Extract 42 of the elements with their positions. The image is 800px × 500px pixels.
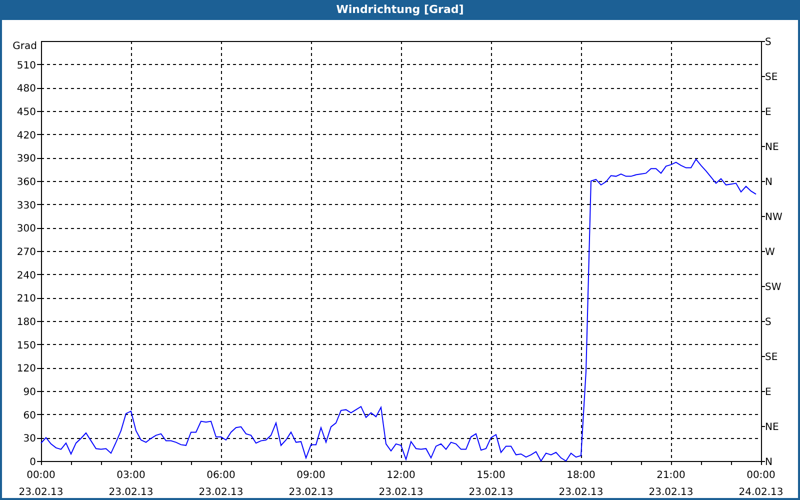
y-axis-label: 90: [23, 387, 36, 398]
y-axis-label: 450: [16, 107, 36, 118]
compass-axis-label: SW: [765, 282, 782, 293]
y-axis-label: 390: [16, 154, 36, 165]
y-axis-label: 120: [16, 364, 36, 375]
compass-axis-label: N: [765, 177, 772, 188]
window-title: Windrichtung [Grad]: [335, 2, 465, 18]
y-axis-label: 480: [16, 84, 36, 95]
y-axis-label: 300: [16, 224, 36, 235]
y-axis-label: 60: [23, 410, 36, 422]
x-axis-label: 00:00 23.02.13: [18, 470, 64, 498]
y-axis-label: 270: [16, 247, 36, 258]
y-axis-label: 510: [16, 60, 36, 72]
y-axis-label: 210: [16, 294, 36, 305]
compass-axis-label: NE: [765, 142, 779, 153]
x-axis-label: 09:00 23.02.13: [288, 470, 334, 498]
x-axis-label: 06:00 23.02.13: [198, 470, 244, 498]
y-axis-label: 30: [23, 434, 36, 445]
axis-unit-label: Grad: [12, 41, 37, 52]
x-axis-label: 15:00 23.02.13: [468, 470, 514, 498]
x-axis-label: 12:00 23.02.13: [378, 470, 424, 498]
y-axis-label: 240: [16, 270, 36, 282]
compass-axis-label: S: [765, 317, 772, 328]
x-axis-label: 18:00 23.02.13: [558, 470, 604, 498]
compass-axis-label: NW: [765, 212, 782, 223]
x-axis-label: 00:00 24.02.13: [738, 470, 784, 498]
compass-axis-label: S: [765, 37, 772, 48]
compass-axis-label: SE: [765, 72, 778, 83]
x-axis-label: 21:00 23.02.13: [648, 470, 694, 498]
y-axis-label: 150: [16, 340, 36, 352]
y-axis-label: 330: [16, 200, 36, 212]
compass-axis-label: W: [765, 247, 775, 258]
y-axis-label: 420: [16, 130, 36, 142]
compass-axis-label: N: [765, 457, 772, 468]
y-axis-label: 180: [16, 317, 36, 328]
compass-axis-label: SE: [765, 352, 778, 363]
x-axis-label: 03:00 23.02.13: [108, 470, 154, 498]
compass-axis-label: E: [765, 107, 772, 118]
y-axis-label: 0: [30, 457, 36, 468]
y-axis-label: 360: [16, 177, 36, 188]
compass-axis-label: NE: [765, 422, 779, 433]
compass-axis-label: E: [765, 387, 772, 398]
